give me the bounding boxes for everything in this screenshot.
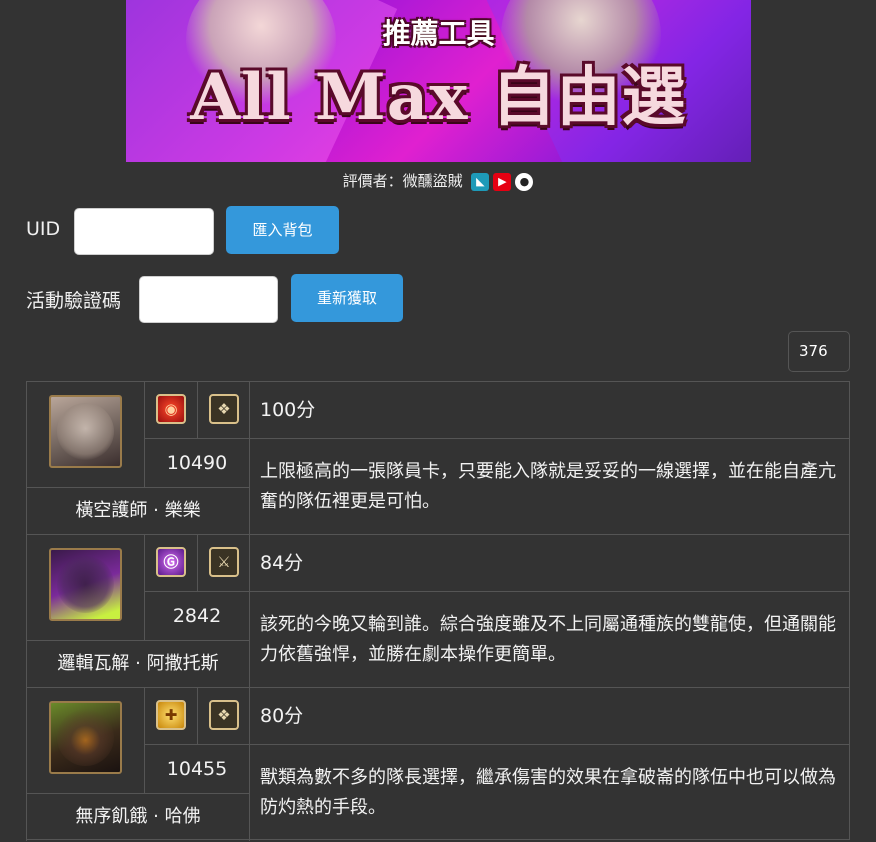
race-cell: ❖ bbox=[197, 688, 249, 745]
attribute-cell: ✚ bbox=[144, 688, 197, 745]
attribute-cell: ◉ bbox=[144, 382, 197, 439]
card-score: 100分 bbox=[249, 382, 850, 439]
attribute-cell: Ⓖ bbox=[144, 535, 197, 592]
youtube-icon[interactable]: ▶ bbox=[493, 172, 512, 191]
banner-title: All Max 自由選 bbox=[190, 60, 687, 135]
card-id: 2842 bbox=[144, 592, 249, 640]
event-code-label: 活動驗證碼 bbox=[26, 290, 122, 312]
uid-label: UID bbox=[26, 218, 61, 240]
card-score: 80分 bbox=[249, 688, 850, 745]
count-display[interactable]: 376 bbox=[788, 331, 850, 372]
race-cell: ⚔ bbox=[197, 535, 249, 592]
card-description: 上限極高的一張隊員卡，只要能入隊就是妥妥的一線選擇，並在能自產亢奮的隊伍裡更是可… bbox=[249, 439, 850, 535]
recommendation-card: Ⓖ ⚔ 2842 邏輯瓦解 · 阿撒托斯 84分 該死的今晚又輪到誰。綜合強度雖… bbox=[26, 534, 850, 688]
race-cell: ❖ bbox=[197, 382, 249, 439]
character-portrait[interactable] bbox=[49, 395, 122, 468]
bahamut-icon[interactable]: ◣ bbox=[471, 172, 490, 191]
fire-attribute-icon: ◉ bbox=[156, 394, 186, 424]
reviewer-text: 評價者：微醺盜賊 bbox=[342, 172, 463, 190]
portrait-cell bbox=[26, 535, 144, 640]
uid-input[interactable] bbox=[74, 208, 214, 255]
import-backpack-button[interactable]: 匯入背包 bbox=[226, 206, 339, 254]
dragon-race-icon: ⚔ bbox=[209, 547, 239, 577]
reviewer-line: 評價者：微醺盜賊 ◣ ▶ ● bbox=[0, 170, 876, 191]
event-banner: 推薦工具 All Max 自由選 bbox=[126, 0, 751, 162]
card-name: 邏輯瓦解 · 阿撒托斯 bbox=[26, 640, 249, 688]
card-description: 獸類為數不多的隊長選擇，繼承傷害的效果在拿破崙的隊伍中也可以做為防灼熱的手段。 bbox=[249, 745, 850, 841]
dark-attribute-icon: Ⓖ bbox=[156, 547, 186, 577]
github-icon[interactable]: ● bbox=[515, 172, 534, 191]
portrait-cell bbox=[26, 382, 144, 487]
card-name: 無序飢餓 · 哈佛 bbox=[26, 793, 249, 841]
recommendation-table: ◉ ❖ 10490 橫空護師 · 樂樂 100分 上限極高的一張隊員卡，只要能入… bbox=[26, 381, 850, 841]
recommendation-card: ◉ ❖ 10490 橫空護師 · 樂樂 100分 上限極高的一張隊員卡，只要能入… bbox=[26, 381, 850, 535]
card-description: 該死的今晚又輪到誰。綜合強度雖及不上同屬通種族的雙龍使，但通關能力依舊強悍，並勝… bbox=[249, 592, 850, 688]
paw-race-icon: ❖ bbox=[209, 394, 239, 424]
event-code-input[interactable] bbox=[139, 276, 278, 323]
portrait-cell bbox=[26, 688, 144, 793]
card-id: 10490 bbox=[144, 439, 249, 487]
light-attribute-icon: ✚ bbox=[156, 700, 186, 730]
refresh-code-button[interactable]: 重新獲取 bbox=[291, 274, 403, 322]
page: 推薦工具 All Max 自由選 評價者：微醺盜賊 ◣ ▶ ● UID 匯入背包 活… bbox=[0, 0, 876, 842]
paw-race-icon: ❖ bbox=[209, 700, 239, 730]
card-name: 橫空護師 · 樂樂 bbox=[26, 487, 249, 535]
character-portrait[interactable] bbox=[49, 548, 122, 621]
recommendation-card: ✚ ❖ 10455 無序飢餓 · 哈佛 80分 獸類為數不多的隊長選擇，繼承傷害… bbox=[26, 687, 850, 841]
card-score: 84分 bbox=[249, 535, 850, 592]
card-id: 10455 bbox=[144, 745, 249, 793]
character-portrait[interactable] bbox=[49, 701, 122, 774]
